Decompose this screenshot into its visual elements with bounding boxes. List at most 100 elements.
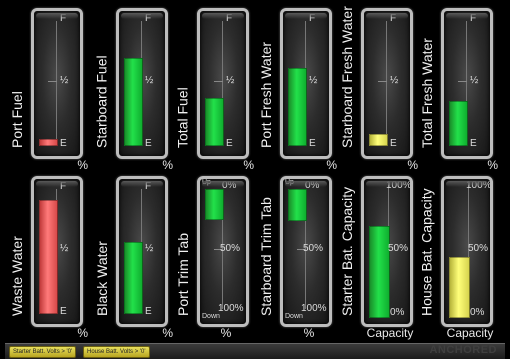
battery-gauge: 100% 50% 0% [361,176,413,327]
total-fresh-water-tile[interactable]: Total Fresh Water F ½ E % [414,6,498,172]
unit-label: % [77,326,88,340]
up-label: Up [202,179,211,186]
tile-label: Total Fresh Water [419,38,435,148]
tank-gauge: F ½ E [31,176,83,327]
tile-label: Black Water [94,241,110,316]
unit-label: % [487,158,498,172]
full-label: F [390,13,397,24]
empty-label: E [390,138,397,149]
half-label: ½ [309,75,318,86]
half-label: ½ [226,75,235,86]
hundred-pct-label: 100% [218,303,244,314]
trim-gauge: Up Down 0% 50% 100% [197,176,249,327]
level-fill [205,98,224,146]
unit-label: % [326,158,337,172]
unit-label: % [243,158,254,172]
tile-label: Starboard Fuel [94,55,110,148]
level-fill [124,58,143,146]
starboard-trim-tab-tile[interactable]: Starboard Trim Tab Up Down 0% 50% 100% % [253,174,337,340]
tile-label: Starboard Trim Tab [258,197,274,316]
level-fill [39,200,58,314]
unit-label: % [162,326,173,340]
tank-gauge: F ½ E [441,8,493,159]
half-label: ½ [60,75,69,86]
level-fill [205,189,224,220]
battery-gauge: 100% 50% 0% [441,176,493,327]
tile-label: House Bat. Capacity [419,188,435,316]
starboard-fuel-tile[interactable]: Starboard Fuel F ½ E % [89,6,173,172]
down-label: Down [202,313,220,320]
empty-label: E [309,138,316,149]
black-water-tile[interactable]: Black Water F ½ E % [89,174,173,340]
empty-label: E [145,306,152,317]
tile-label: Waste Water [9,236,25,316]
alarm-status-bar: Starter Batt. Volts > '0' House Batt. Vo… [5,343,505,359]
fifty-pct-label: 50% [220,243,241,254]
house-battery-tile[interactable]: House Bat. Capacity 100% 50% 0% Capacity [414,174,498,340]
empty-label: E [470,138,477,149]
starboard-fresh-water-tile[interactable]: Starboard Fresh Water F ½ E % [334,6,418,172]
tank-gauge: F ½ E [361,8,413,159]
tile-label: Port Trim Tab [175,233,191,316]
zero-pct-label: 0% [390,307,405,318]
tank-gauge: F ½ E [116,176,168,327]
tile-label: Port Fuel [9,91,25,148]
total-fuel-tile[interactable]: Total Fuel F ½ E % [170,6,254,172]
level-fill [369,134,388,146]
port-trim-tab-tile[interactable]: Port Trim Tab Up Down 0% 50% 100% % [170,174,254,340]
level-fill [39,139,58,146]
full-label: F [60,13,67,24]
half-label: ½ [390,75,399,86]
half-label: ½ [60,243,69,254]
unit-label: % [77,158,88,172]
full-label: F [60,181,67,192]
tile-label: Starter Bat. Capacity [339,186,355,316]
empty-label: E [226,138,233,149]
waste-water-tile[interactable]: Waste Water F ½ E % [4,174,88,340]
fifty-pct-label: 50% [388,243,409,254]
starter-battery-tile[interactable]: Starter Bat. Capacity 100% 50% 0% Capaci… [334,174,418,340]
zero-pct-label: 0% [222,180,237,191]
up-label: Up [285,179,294,186]
unit-label: Capacity [366,326,414,340]
zero-pct-label: 0% [305,180,320,191]
full-label: F [309,13,316,24]
half-label: ½ [145,75,154,86]
unit-label: % [407,158,418,172]
fifty-pct-label: 50% [303,243,324,254]
level-fill [449,257,470,318]
unit-label: % [220,326,232,340]
level-fill [369,226,390,318]
tank-monitor-panel: Port Fuel F ½ E % Starboard Fuel F ½ E %… [0,0,510,359]
fifty-pct-label: 50% [468,243,489,254]
down-label: Down [285,313,303,320]
tile-label: Total Fuel [175,87,191,148]
hundred-pct-label: 100% [466,180,492,191]
zero-pct-label: 0% [470,307,485,318]
level-fill [449,101,468,146]
full-label: F [470,13,477,24]
half-label: ½ [145,243,154,254]
half-label: ½ [470,75,479,86]
full-label: F [145,181,152,192]
tank-gauge: F ½ E [116,8,168,159]
unit-label: Capacity [446,326,494,340]
tile-label: Starboard Fresh Water [339,6,355,148]
house-voltage-alarm[interactable]: House Batt. Volts > '0' [83,346,150,358]
anchored-status: ANCHORED [429,344,497,356]
empty-label: E [60,138,67,149]
tank-gauge: F ½ E [280,8,332,159]
port-fresh-water-tile[interactable]: Port Fresh Water F ½ E % [253,6,337,172]
tile-label: Port Fresh Water [258,41,274,148]
unit-label: % [303,326,315,340]
hundred-pct-label: 100% [301,303,327,314]
starter-voltage-alarm[interactable]: Starter Batt. Volts > '0' [9,346,77,358]
empty-label: E [145,138,152,149]
level-fill [124,242,143,314]
level-fill [288,68,307,146]
empty-label: E [60,306,67,317]
port-fuel-tile[interactable]: Port Fuel F ½ E % [4,6,88,172]
full-label: F [226,13,233,24]
hundred-pct-label: 100% [386,180,412,191]
tank-gauge: F ½ E [31,8,83,159]
